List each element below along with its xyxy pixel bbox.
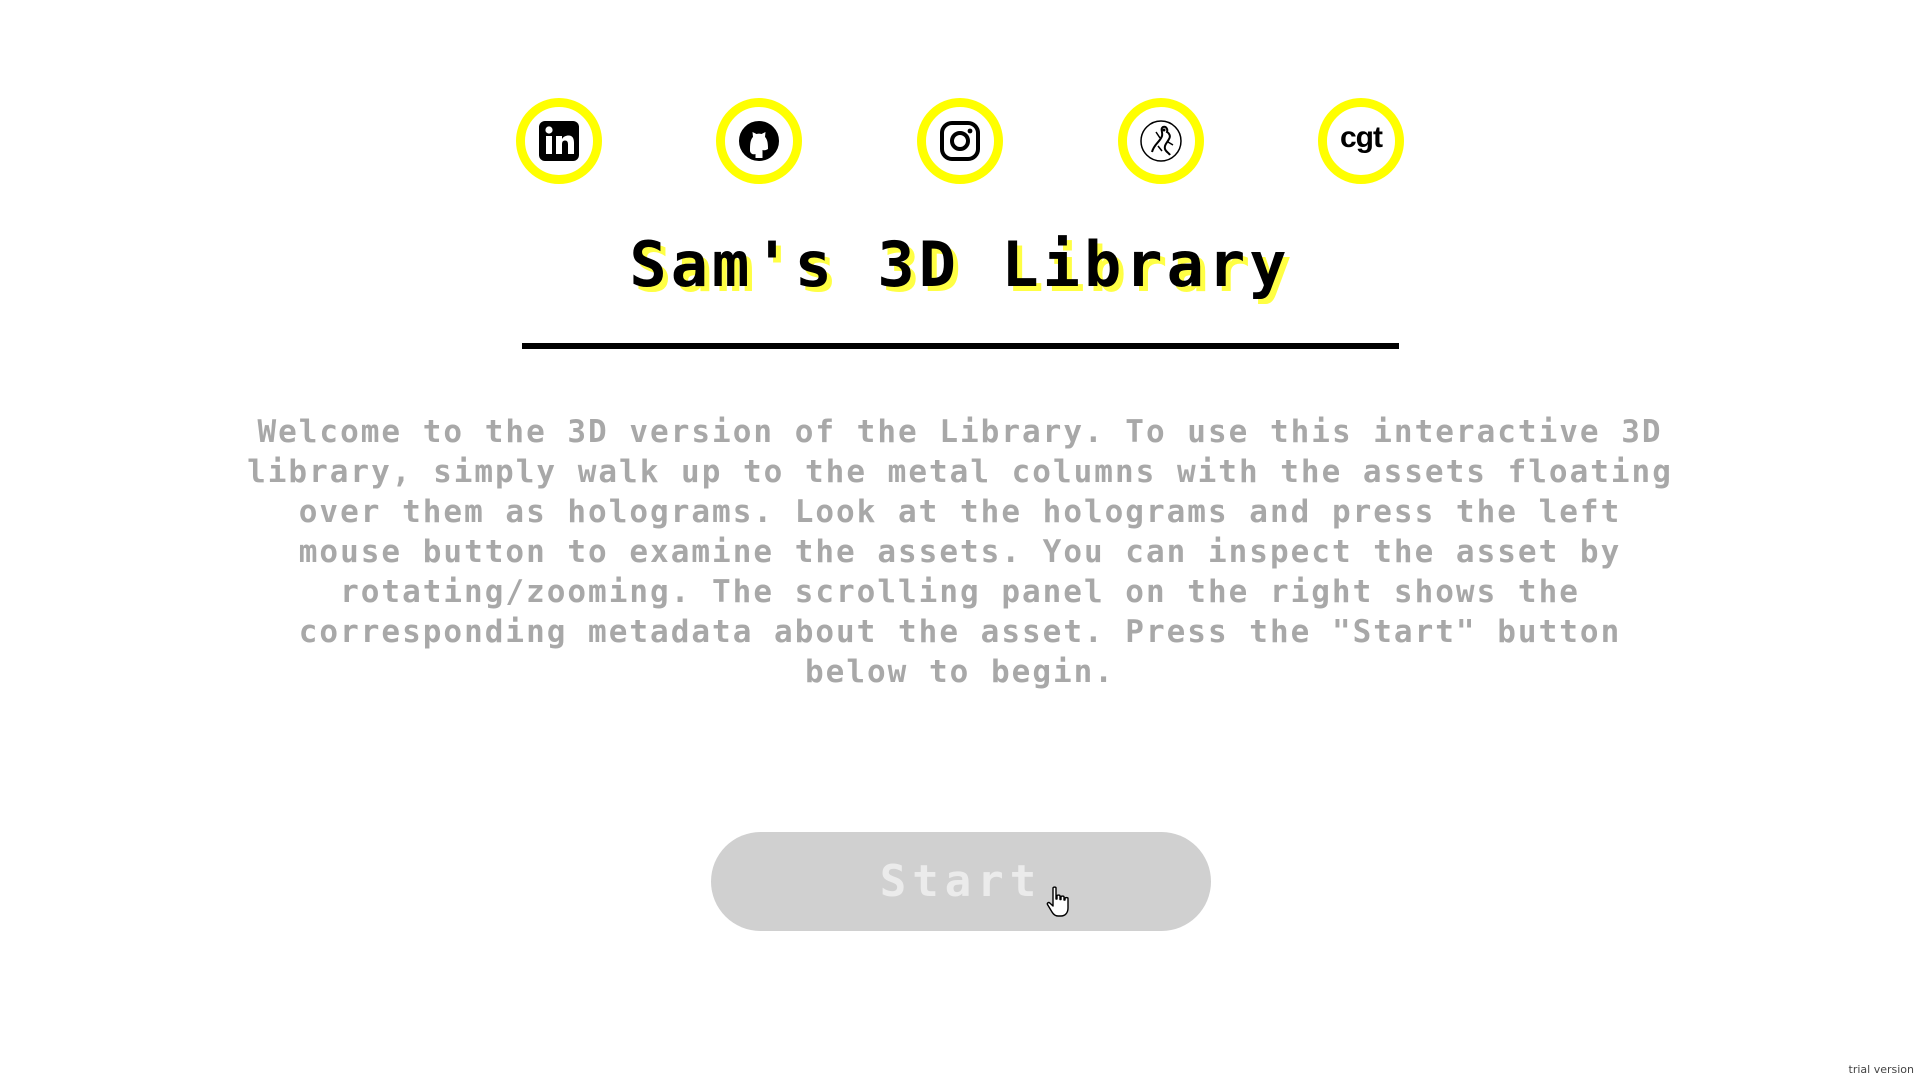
start-button[interactable]: Start: [711, 832, 1211, 931]
instagram-icon: [940, 121, 980, 161]
artist-emblem-icon: [1140, 120, 1182, 162]
artist-emblem-link[interactable]: [1118, 98, 1204, 184]
watermark: trial version: [1848, 1063, 1914, 1076]
cgt-logo-icon: cgt: [1340, 121, 1383, 154]
hand-pointer-icon: [1046, 886, 1069, 917]
linkedin-icon: [539, 121, 579, 161]
intro-description: Welcome to the 3D version of the Library…: [247, 414, 1673, 690]
instagram-link[interactable]: [917, 98, 1003, 184]
github-link[interactable]: [716, 98, 802, 184]
title-divider: [522, 343, 1399, 349]
cgtrader-link[interactable]: cgt: [1318, 98, 1404, 184]
github-icon: [739, 121, 779, 161]
linkedin-link[interactable]: [516, 98, 602, 184]
page-title: Sam's 3D Library: [629, 228, 1291, 301]
social-links-row: cgt: [0, 98, 1920, 184]
